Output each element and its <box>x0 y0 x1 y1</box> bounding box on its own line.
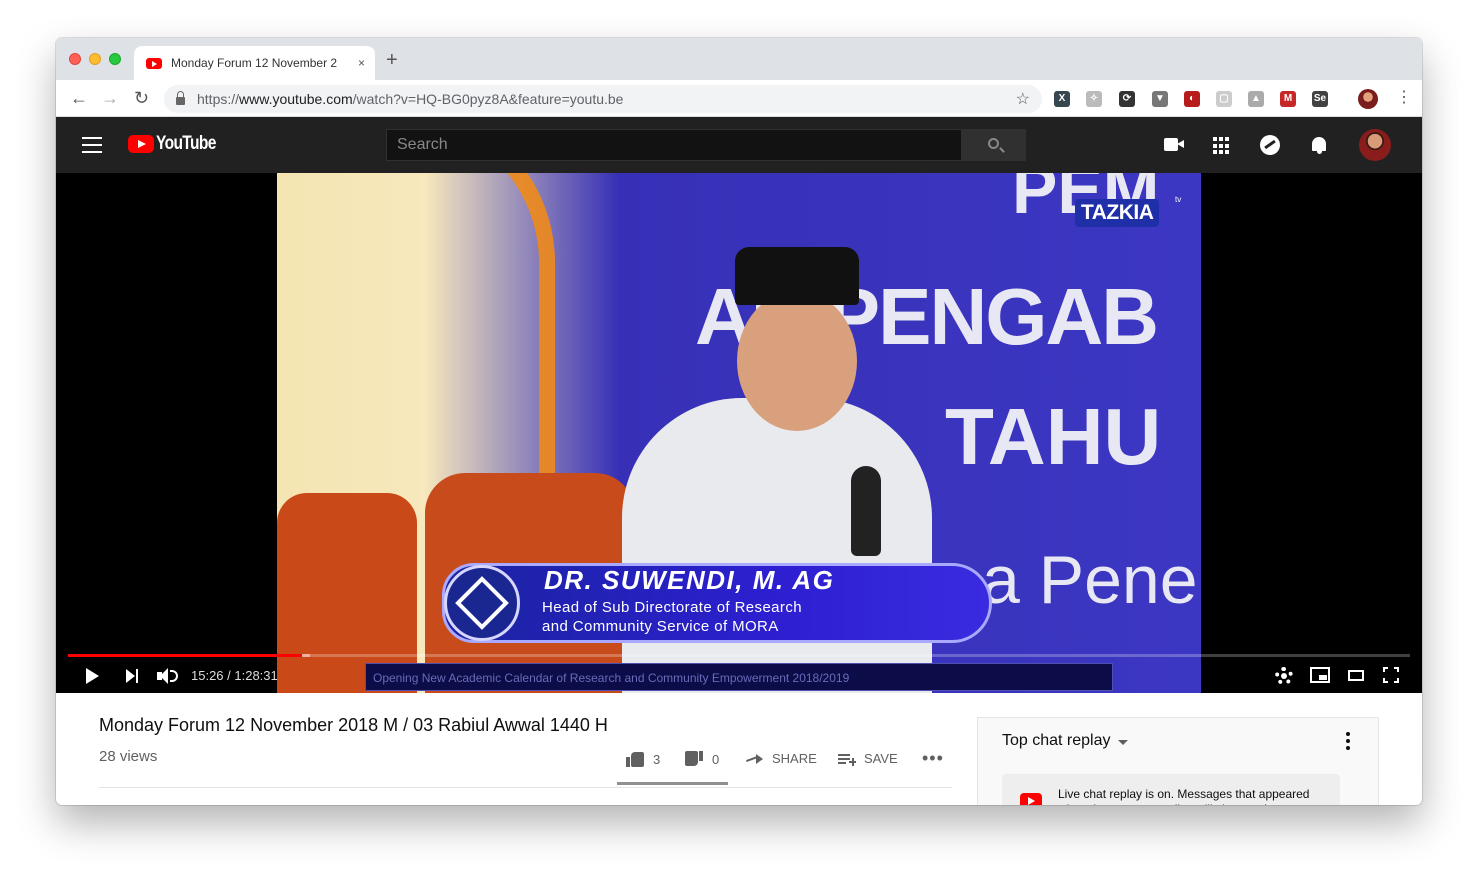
ext-se-icon[interactable]: Se <box>1312 91 1328 107</box>
theater-mode-icon[interactable] <box>1348 670 1364 681</box>
url-text[interactable]: https://www.youtube.com/watch?v=HQ-BG0py… <box>197 91 623 107</box>
next-video-icon[interactable] <box>126 669 140 683</box>
share-arrow-icon <box>746 753 764 765</box>
ext-chat-icon[interactable]: ▢ <box>1216 91 1232 107</box>
maximize-window-button[interactable] <box>109 53 121 65</box>
back-icon[interactable]: ← <box>70 87 88 109</box>
tab-close-icon[interactable]: × <box>358 56 365 70</box>
ext-m-icon[interactable]: M <box>1280 91 1296 107</box>
save-button[interactable]: SAVE <box>838 751 898 766</box>
search-icon <box>988 138 999 149</box>
browser-menu-icon[interactable]: ⋮ <box>1396 90 1412 106</box>
youtube-play-logo-icon <box>128 135 154 153</box>
stage-arch-decor <box>395 173 555 523</box>
video-frame[interactable]: PEM AN PENGAB TAHU a Pene TAZKIA tv DR. … <box>277 173 1201 693</box>
search-button[interactable] <box>962 129 1026 161</box>
browser-toolbar: ← → ↻ https://www.youtube.com/watch?v=HQ… <box>56 80 1422 117</box>
forward-icon[interactable]: → <box>101 87 119 109</box>
youtube-icon <box>1020 793 1042 805</box>
like-count: 3 <box>653 751 661 767</box>
ext-drive-icon[interactable]: ▲ <box>1248 91 1264 107</box>
ext-sync-icon[interactable]: ⟳ <box>1119 91 1135 107</box>
apps-grid-icon[interactable] <box>1213 135 1233 155</box>
chat-notice-text: Live chat replay is on. Messages that ap… <box>1058 787 1310 805</box>
more-dots-icon: ••• <box>922 748 944 768</box>
banner-text-line3: TAHU <box>945 392 1162 481</box>
speaker-body <box>622 398 932 693</box>
thumbs-down-icon <box>685 751 703 767</box>
time-display: 15:26 / 1:28:31 <box>191 668 278 683</box>
microphone <box>851 466 881 556</box>
section-divider <box>99 787 952 788</box>
speaker-name: DR. SUWENDI, M. AG <box>544 565 835 595</box>
channel-watermark-suffix: tv <box>1175 195 1182 204</box>
share-button[interactable]: SHARE <box>746 751 817 766</box>
browser-window: Monday Forum 12 November 2 × + ← → ↻ htt… <box>56 38 1422 805</box>
play-icon[interactable] <box>86 668 99 684</box>
minimize-window-button[interactable] <box>89 53 101 65</box>
youtube-favicon-icon <box>146 57 162 69</box>
thumbs-up-icon <box>626 751 644 767</box>
dropdown-caret-icon[interactable] <box>1118 740 1128 745</box>
banner-text-line4: a Pene <box>982 542 1198 618</box>
chat-replay-notice: Live chat replay is on. Messages that ap… <box>1002 774 1340 805</box>
youtube-header: YouTube Search <box>56 117 1422 173</box>
tab-title: Monday Forum 12 November 2 <box>171 56 338 70</box>
more-actions-button[interactable]: ••• <box>922 748 944 769</box>
ext-vuejs-icon[interactable]: ▼ <box>1152 91 1168 107</box>
share-label: SHARE <box>772 751 817 766</box>
video-title: Monday Forum 12 November 2018 M / 03 Rab… <box>99 715 608 735</box>
messages-icon[interactable] <box>1260 135 1280 155</box>
ministry-emblem-icon <box>444 565 520 641</box>
youtube-logo-text: YouTube <box>156 133 216 154</box>
video-player[interactable]: PEM AN PENGAB TAHU a Pene TAZKIA tv DR. … <box>56 173 1422 693</box>
browser-tab-active[interactable]: Monday Forum 12 November 2 × <box>134 46 375 80</box>
volume-icon[interactable] <box>157 667 179 685</box>
profile-avatar[interactable] <box>1358 89 1378 109</box>
settings-gear-icon[interactable] <box>1275 667 1293 685</box>
address-bar[interactable]: https://www.youtube.com/watch?v=HQ-BG0py… <box>164 85 1042 113</box>
ext-x-icon[interactable]: X <box>1054 91 1070 107</box>
search-input[interactable]: Search <box>386 129 962 161</box>
chat-mode-selector[interactable]: Top chat replay <box>1002 732 1111 750</box>
ext-incognito-icon[interactable]: ◐ <box>1184 91 1200 107</box>
close-window-button[interactable] <box>69 53 81 65</box>
hamburger-menu-icon[interactable] <box>82 137 102 153</box>
save-playlist-icon <box>838 753 856 766</box>
view-count: 28 views <box>99 748 158 765</box>
progress-bar[interactable] <box>68 654 1410 657</box>
chat-more-options-icon[interactable] <box>1346 732 1350 750</box>
sentiment-bar <box>617 782 728 785</box>
ext-feather-icon[interactable]: ✧ <box>1086 91 1102 107</box>
played-bar <box>68 654 302 657</box>
live-chat-panel: Top chat replay Live chat replay is on. … <box>977 717 1379 805</box>
channel-watermark-logo: TAZKIA <box>1075 199 1160 227</box>
lock-icon <box>176 91 185 105</box>
speaker-head <box>737 291 857 431</box>
save-label: SAVE <box>864 751 898 766</box>
like-button[interactable]: 3 <box>626 751 660 767</box>
miniplayer-icon[interactable] <box>1310 667 1330 683</box>
speaker-role-line1: Head of Sub Directorate of Research <box>542 599 802 616</box>
create-video-icon[interactable] <box>1164 135 1184 155</box>
new-tab-button[interactable]: + <box>386 50 398 70</box>
account-avatar[interactable] <box>1359 129 1391 161</box>
bookmark-star-icon[interactable]: ☆ <box>1016 89 1030 109</box>
speaker-role-line2: and Community Service of MORA <box>542 618 779 635</box>
dislike-count: 0 <box>712 751 720 767</box>
notifications-bell-icon[interactable] <box>1309 135 1329 155</box>
dislike-button[interactable]: 0 <box>685 751 719 767</box>
news-ticker: Opening New Academic Calendar of Researc… <box>365 663 1113 691</box>
reload-icon[interactable]: ↻ <box>134 87 149 109</box>
speaker-cap <box>735 247 859 305</box>
fullscreen-icon[interactable] <box>1383 667 1399 683</box>
tab-strip: Monday Forum 12 November 2 × + <box>56 38 1422 80</box>
youtube-logo[interactable]: YouTube <box>128 133 229 155</box>
